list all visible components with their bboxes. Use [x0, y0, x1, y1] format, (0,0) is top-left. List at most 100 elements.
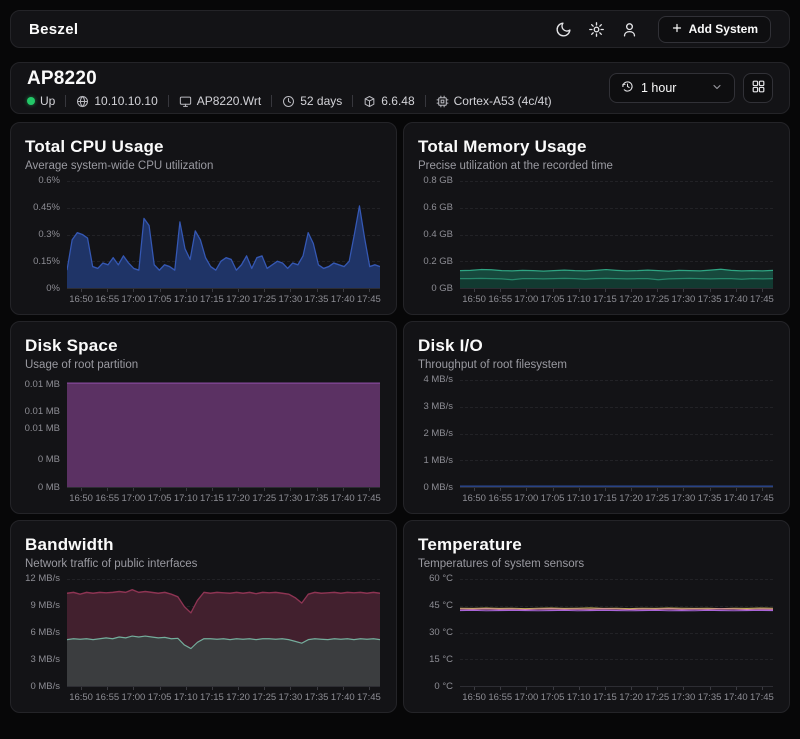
temperature-chart: 0 °C15 °C30 °C45 °C60 °C 16:5016:5517:00… [418, 579, 773, 704]
y-tick-label: 6 MB/s [30, 628, 60, 638]
x-tick-mark [657, 687, 658, 690]
time-range-select[interactable]: 1 hour [609, 73, 735, 103]
chart-title: Total Memory Usage [418, 137, 773, 157]
system-cpu-model: Cortex-A53 (4c/4t) [436, 94, 552, 108]
chevron-down-icon [711, 81, 723, 96]
x-tick-label: 17:40 [331, 294, 355, 305]
chart-plot-area[interactable] [67, 579, 380, 687]
x-tick-label: 17:25 [645, 692, 669, 703]
chart-plot-area[interactable] [67, 380, 380, 488]
x-tick-mark [683, 289, 684, 292]
x-tick-mark [369, 289, 370, 292]
x-tick-label: 17:00 [122, 294, 146, 305]
x-tick-label: 17:15 [200, 692, 224, 703]
system-version: 6.6.48 [363, 94, 414, 108]
theme-toggle-button[interactable] [555, 21, 572, 38]
x-tick-mark [657, 488, 658, 491]
divider [271, 95, 272, 107]
chart-series-svg [460, 380, 773, 487]
layout-grid-icon [751, 79, 766, 97]
x-tick-mark [81, 488, 82, 491]
bandwidth-card: Bandwidth Network traffic of public inte… [10, 520, 397, 713]
x-tick-mark [474, 289, 475, 292]
x-tick-label: 17:05 [148, 493, 172, 504]
x-tick-mark [553, 488, 554, 491]
x-tick-label: 17:25 [645, 294, 669, 305]
chart-subtitle: Network traffic of public interfaces [25, 558, 380, 570]
y-tick-label: 0.8 GB [423, 176, 453, 186]
moon-icon [555, 21, 572, 38]
system-info: AP8220 Up 10.10.10.10 [27, 68, 552, 108]
x-tick-label: 17:20 [619, 493, 643, 504]
temperature-card: Temperature Temperatures of system senso… [403, 520, 790, 713]
x-tick-mark [526, 488, 527, 491]
user-icon [621, 21, 638, 38]
x-tick-label: 17:45 [357, 294, 381, 305]
user-menu-button[interactable] [621, 21, 638, 38]
y-tick-label: 12 MB/s [25, 574, 60, 584]
x-tick-label: 16:55 [95, 294, 119, 305]
x-tick-mark [683, 687, 684, 690]
status-badge: Up [27, 94, 55, 108]
x-tick-label: 17:15 [593, 294, 617, 305]
chart-plot-area[interactable] [460, 380, 773, 488]
x-axis-labels: 16:5016:5517:0017:0517:1017:1517:2017:25… [460, 289, 773, 306]
x-tick-label: 17:25 [645, 493, 669, 504]
chart-series-svg [67, 380, 380, 487]
x-axis-labels: 16:5016:5517:0017:0517:1017:1517:2017:25… [67, 687, 380, 704]
layout-grid-button[interactable] [743, 73, 773, 103]
y-tick-label: 3 MB/s [423, 402, 453, 412]
divider [65, 95, 66, 107]
chart-series-svg [67, 579, 380, 686]
x-tick-mark [160, 687, 161, 690]
x-tick-label: 16:55 [488, 692, 512, 703]
x-tick-mark [369, 488, 370, 491]
system-hostname: AP8220.Wrt [179, 94, 261, 108]
y-tick-label: 0.01 MB [25, 407, 60, 417]
y-tick-label: 45 °C [429, 601, 453, 611]
y-tick-label: 0.01 MB [25, 424, 60, 434]
settings-button[interactable] [588, 21, 605, 38]
x-tick-label: 16:55 [488, 493, 512, 504]
chart-title: Disk I/O [418, 336, 773, 356]
y-tick-label: 0.15% [33, 257, 60, 267]
x-tick-mark [553, 687, 554, 690]
x-tick-label: 17:30 [279, 493, 303, 504]
x-tick-mark [579, 488, 580, 491]
x-tick-label: 17:20 [226, 692, 250, 703]
chart-title: Temperature [418, 535, 773, 555]
x-tick-mark [500, 488, 501, 491]
x-tick-label: 17:05 [541, 692, 565, 703]
y-axis-labels: 0 GB0.2 GB0.4 GB0.6 GB0.8 GB [418, 181, 460, 289]
x-tick-mark [212, 488, 213, 491]
version-label: 6.6.48 [381, 94, 414, 108]
x-tick-label: 17:35 [698, 493, 722, 504]
x-tick-label: 17:45 [750, 692, 774, 703]
chart-plot-area[interactable] [460, 579, 773, 687]
x-tick-mark [762, 488, 763, 491]
chart-plot-area[interactable] [67, 181, 380, 289]
y-tick-label: 15 °C [429, 655, 453, 665]
app-logo[interactable]: Beszel [29, 21, 78, 38]
x-tick-label: 17:00 [515, 692, 539, 703]
x-tick-mark [186, 687, 187, 690]
add-system-button[interactable]: Add System [658, 16, 771, 43]
memory-usage-card: Total Memory Usage Precise utilization a… [403, 122, 790, 315]
y-tick-label: 4 MB/s [423, 375, 453, 385]
x-tick-mark [631, 289, 632, 292]
x-tick-mark [526, 687, 527, 690]
y-axis-labels: 0 MB/s1 MB/s2 MB/s3 MB/s4 MB/s [418, 380, 460, 488]
chart-plot-area[interactable] [460, 181, 773, 289]
x-tick-mark [657, 289, 658, 292]
y-tick-label: 9 MB/s [30, 601, 60, 611]
x-tick-label: 17:30 [279, 294, 303, 305]
chart-title: Disk Space [25, 336, 380, 356]
x-tick-label: 17:10 [174, 294, 198, 305]
x-tick-mark [710, 687, 711, 690]
x-axis-labels: 16:5016:5517:0017:0517:1017:1517:2017:25… [67, 289, 380, 306]
x-tick-label: 17:25 [252, 692, 276, 703]
x-tick-mark [107, 687, 108, 690]
x-tick-mark [160, 488, 161, 491]
y-tick-label: 0 GB [431, 284, 453, 294]
x-tick-mark [186, 289, 187, 292]
